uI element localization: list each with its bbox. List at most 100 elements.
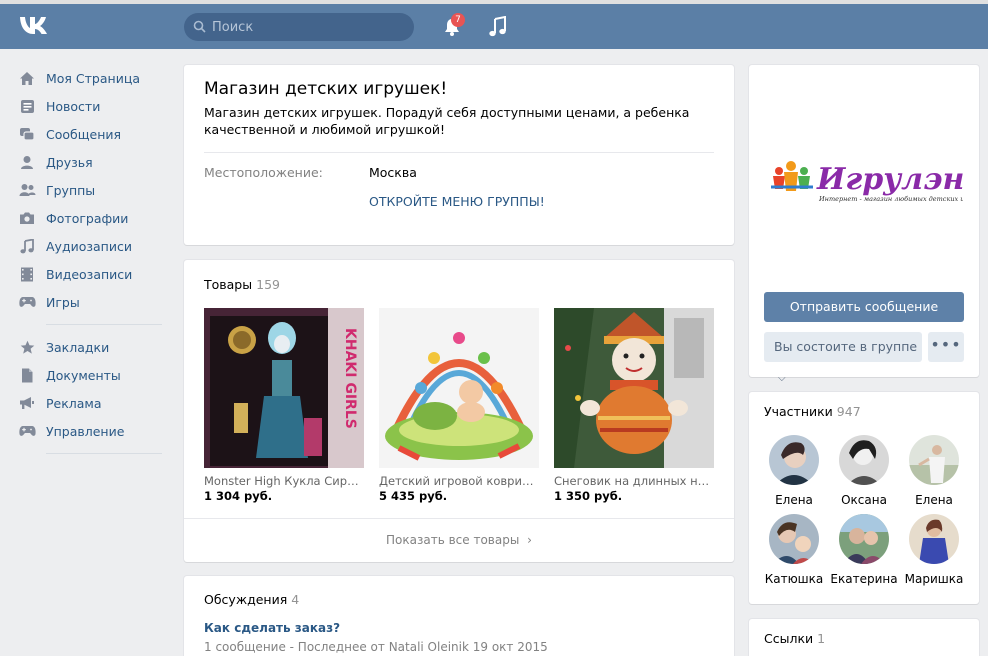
discussions-title-label: Обсуждения — [204, 592, 288, 607]
group-info-card: Магазин детских игрушек! Магазин детских… — [184, 65, 734, 245]
product-price: 1 304 руб. — [204, 489, 273, 503]
goods-title[interactable]: Товары 159 — [204, 277, 280, 292]
sidebar-item-ads[interactable]: Реклама — [18, 389, 163, 417]
notification-badge: 7 — [451, 13, 465, 27]
product-image[interactable]: KHAKI GIRLS — [204, 308, 364, 468]
discussion-topic-link[interactable]: Как сделать заказ? — [204, 621, 714, 635]
sidebar-item-groups[interactable]: Группы — [18, 176, 163, 204]
group-menu-link[interactable]: ОТКРОЙТЕ МЕНЮ ГРУППЫ! — [369, 194, 714, 209]
avatar[interactable] — [769, 435, 819, 485]
links-title[interactable]: Ссылки 1 — [764, 631, 825, 646]
product-card[interactable]: Детский игровой коврик с дугами 5 435 ру… — [379, 308, 539, 503]
group-cover-card: Игрулэнд Интернет - магазин любимых детс… — [749, 65, 979, 384]
members-card: Участники 947 Елена Оксана Елена Катюшка … — [749, 392, 979, 604]
discussions-card: Обсуждения 4 Как сделать заказ? 1 сообщен… — [184, 576, 734, 656]
show-all-goods-link[interactable]: Показать все товары › — [184, 518, 734, 562]
product-image[interactable] — [554, 308, 714, 468]
sidebar-item-label: Реклама — [46, 395, 102, 411]
sidebar-divider — [46, 453, 162, 454]
sidebar-item-manage[interactable]: Управление — [18, 417, 163, 445]
news-icon — [18, 97, 36, 115]
search-input[interactable] — [212, 13, 407, 41]
product-image[interactable] — [379, 308, 539, 468]
product-price: 1 350 руб. — [554, 489, 623, 503]
sidebar-item-documents[interactable]: Документы — [18, 361, 163, 389]
links-card: Ссылки 1 — [749, 619, 979, 656]
sidebar-divider — [46, 324, 162, 325]
sidebar-item-label: Фотографии — [46, 210, 129, 226]
group-logo-tagline: Интернет - магазин любимых детских игруш… — [818, 195, 963, 203]
sidebar-item-label: Друзья — [46, 154, 93, 170]
home-icon — [18, 69, 36, 87]
goods-list: KHAKI GIRLS Monster High Кукла Сирена 1 … — [204, 308, 714, 503]
sidebar-item-bookmarks[interactable]: Закладки — [18, 333, 163, 361]
send-message-button[interactable]: Отправить сообщение — [764, 292, 964, 322]
sidebar-item-label: Аудиозаписи — [46, 238, 132, 254]
sidebar-item-label: Видеозаписи — [46, 266, 133, 282]
goods-title-label: Товары — [204, 277, 253, 292]
membership-label: Вы состоите в группе — [774, 339, 918, 354]
member-item[interactable]: Катюшка — [759, 514, 829, 586]
avatar[interactable] — [909, 514, 959, 564]
sidebar-item-messages[interactable]: Сообщения — [18, 120, 163, 148]
avatar[interactable] — [839, 435, 889, 485]
divider — [204, 152, 714, 153]
product-name[interactable]: Снеговик на длинных ногах — [554, 474, 714, 488]
member-name[interactable]: Елена — [759, 493, 829, 507]
sidebar-item-video[interactable]: Видеозаписи — [18, 260, 163, 288]
discussions-title[interactable]: Обсуждения 4 — [204, 592, 714, 607]
sidebar-item-label: Закладки — [46, 339, 110, 355]
discussions-count: 4 — [291, 592, 300, 607]
messages-icon — [18, 125, 36, 143]
member-name[interactable]: Оксана — [829, 493, 899, 507]
member-item[interactable]: Елена — [899, 435, 969, 507]
sidebar-item-label: Группы — [46, 182, 96, 198]
member-name[interactable]: Елена — [899, 493, 969, 507]
more-actions-button[interactable]: ••• — [928, 332, 964, 362]
member-item[interactable]: Елена — [759, 435, 829, 507]
group-logo[interactable]: Игрулэнд Интернет - магазин любимых детс… — [767, 157, 963, 207]
product-card[interactable]: KHAKI GIRLS Monster High Кукла Сирена 1 … — [204, 308, 364, 503]
member-name[interactable]: Маришка — [899, 572, 969, 586]
members-count: 947 — [836, 404, 861, 419]
music-icon — [18, 237, 36, 255]
music-icon[interactable] — [488, 16, 508, 38]
location-value[interactable]: Москва — [369, 165, 417, 180]
sidebar-item-label: Новости — [46, 98, 101, 114]
sidebar-item-news[interactable]: Новости — [18, 92, 163, 120]
avatar[interactable] — [909, 435, 959, 485]
sidebar-item-label: Сообщения — [46, 126, 122, 142]
location-row: Местоположение: Москва — [204, 165, 714, 180]
group-title: Магазин детских игрушек! — [204, 79, 448, 99]
membership-dropdown[interactable]: Вы состоите в группе ⌵ — [764, 332, 922, 384]
product-name[interactable]: Monster High Кукла Сирена — [204, 474, 364, 488]
sidebar-item-photos[interactable]: Фотографии — [18, 204, 163, 232]
member-item[interactable]: Екатерина — [829, 514, 899, 586]
gamepad-icon — [18, 293, 36, 311]
left-sidebar: Моя Страница Новости Сообщения Друзья Гр… — [18, 64, 163, 462]
gamepad-icon — [18, 422, 36, 440]
sidebar-item-friends[interactable]: Друзья — [18, 148, 163, 176]
sidebar-item-my-page[interactable]: Моя Страница — [18, 64, 163, 92]
product-card[interactable]: Снеговик на длинных ногах 1 350 руб. — [554, 308, 714, 503]
avatar[interactable] — [769, 514, 819, 564]
sidebar-item-label: Документы — [46, 367, 121, 383]
star-icon — [18, 338, 36, 356]
search-box[interactable] — [184, 13, 414, 41]
member-item[interactable]: Оксана — [829, 435, 899, 507]
members-title[interactable]: Участники 947 — [764, 404, 861, 419]
product-name[interactable]: Детский игровой коврик с дугами — [379, 474, 539, 488]
vk-logo-icon[interactable] — [18, 14, 52, 36]
friends-icon — [18, 153, 36, 171]
sidebar-item-label: Управление — [46, 423, 125, 439]
member-name[interactable]: Катюшка — [759, 572, 829, 586]
location-label: Местоположение: — [204, 165, 323, 180]
avatar[interactable] — [839, 514, 889, 564]
member-name[interactable]: Екатерина — [829, 572, 899, 586]
sidebar-item-games[interactable]: Игры — [18, 288, 163, 316]
member-item[interactable]: Маришка — [899, 514, 969, 586]
chevron-right-icon: › — [527, 533, 532, 547]
sidebar-item-audio[interactable]: Аудиозаписи — [18, 232, 163, 260]
sidebar-item-label: Игры — [46, 294, 80, 310]
svg-text:KHAKI GIRLS: KHAKI GIRLS — [342, 328, 358, 429]
